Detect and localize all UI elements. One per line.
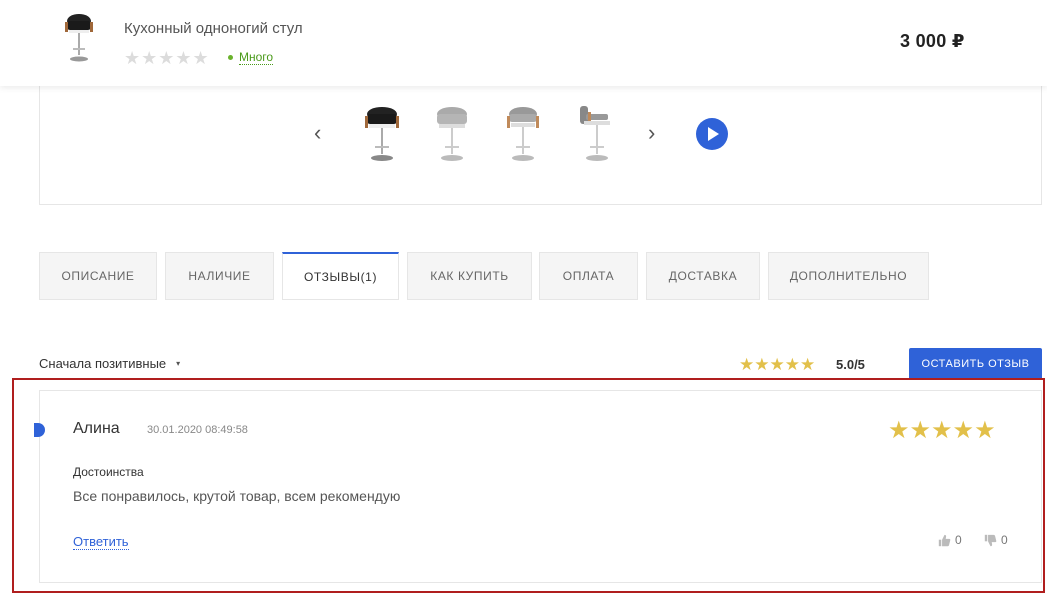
play-video-button[interactable] bbox=[696, 118, 728, 150]
gallery-thumbnail[interactable] bbox=[423, 104, 481, 166]
product-gallery: ‹ › bbox=[39, 76, 1042, 205]
chevron-left-icon[interactable]: ‹ bbox=[314, 120, 321, 146]
product-price: 3 000 ₽ bbox=[900, 31, 965, 51]
summary-rating-stars: ★★★★★ bbox=[739, 355, 816, 374]
sticky-product-header: Кухонный одноногий стул ★★★★★ Много 3 00… bbox=[0, 0, 1047, 86]
stock-status[interactable]: Много bbox=[228, 50, 274, 65]
product-thumbnail[interactable] bbox=[60, 12, 98, 66]
chevron-right-icon[interactable]: › bbox=[648, 120, 655, 146]
summary-score: 5.0/5 bbox=[836, 357, 865, 372]
play-icon bbox=[708, 127, 719, 141]
tab-description[interactable]: ОПИСАНИЕ bbox=[39, 252, 157, 300]
caret-down-icon: ▾ bbox=[176, 359, 181, 368]
tab-reviews[interactable]: ОТЗЫВЫ(1) bbox=[282, 252, 399, 300]
tab-additional[interactable]: ДОПОЛНИТЕЛЬНО bbox=[768, 252, 929, 300]
stock-label: Много bbox=[239, 50, 274, 65]
tab-payment[interactable]: ОПЛАТА bbox=[539, 252, 638, 300]
tab-availability[interactable]: НАЛИЧИЕ bbox=[165, 252, 274, 300]
gallery-thumbnail[interactable] bbox=[494, 104, 552, 166]
product-title: Кухонный одноногий стул bbox=[124, 20, 303, 37]
stock-dot-icon bbox=[228, 55, 233, 60]
gallery-thumbnail[interactable] bbox=[353, 104, 411, 166]
tab-how-to-buy[interactable]: КАК КУПИТЬ bbox=[407, 252, 532, 300]
product-rating-stars: ★★★★★ bbox=[124, 48, 210, 68]
tab-delivery[interactable]: ДОСТАВКА bbox=[646, 252, 760, 300]
highlight-frame bbox=[12, 378, 1045, 593]
sort-label: Сначала позитивные bbox=[39, 356, 167, 371]
leave-review-button[interactable]: ОСТАВИТЬ ОТЗЫВ bbox=[909, 348, 1042, 380]
gallery-thumbnail[interactable] bbox=[566, 104, 624, 166]
sort-dropdown[interactable]: Сначала позитивные ▾ bbox=[39, 356, 180, 371]
